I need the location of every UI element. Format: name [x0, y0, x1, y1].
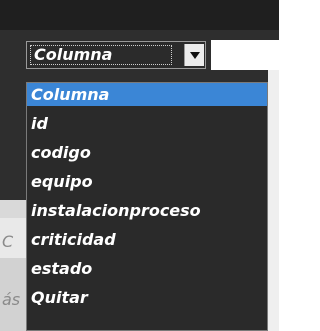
right-column	[268, 70, 279, 331]
top-band	[0, 0, 279, 30]
option-quitar[interactable]: Quitar	[27, 286, 267, 309]
option-codigo[interactable]: codigo	[27, 141, 267, 164]
option-id[interactable]: id	[27, 112, 267, 135]
option-criticidad[interactable]: criticidad	[27, 228, 267, 251]
column-dropdown-list[interactable]: Columna id codigo equipo instalacionproc…	[26, 82, 268, 331]
background-partial-text: ás	[2, 290, 21, 309]
option-columna[interactable]: Columna	[27, 83, 267, 106]
background-partial-text: C	[2, 232, 14, 251]
column-select[interactable]: Columna	[26, 41, 206, 69]
search-field-background[interactable]	[211, 40, 279, 70]
option-estado[interactable]: estado	[27, 257, 267, 280]
option-instalacionproceso[interactable]: instalacionproceso	[27, 199, 267, 222]
column-select-value[interactable]: Columna	[30, 45, 172, 65]
page: C ás Columna Columna id codigo equipo in…	[0, 0, 279, 331]
chevron-down-icon[interactable]	[184, 44, 204, 66]
option-equipo[interactable]: equipo	[27, 170, 267, 193]
